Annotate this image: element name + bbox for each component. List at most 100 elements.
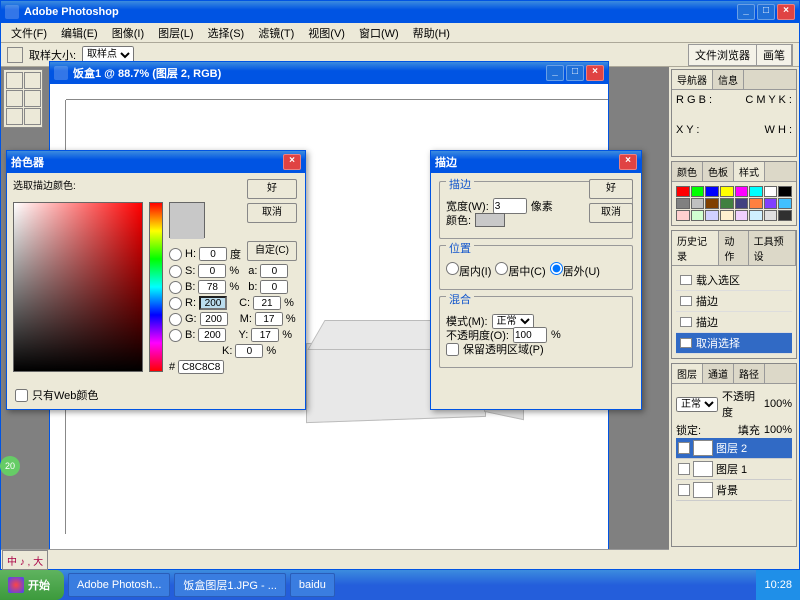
menu-layer[interactable]: 图层(L) <box>152 23 199 43</box>
minimize-button[interactable]: _ <box>737 4 755 20</box>
input-bch[interactable] <box>198 328 226 342</box>
input-c[interactable] <box>253 296 281 310</box>
tab-styles[interactable]: 样式 <box>734 162 765 181</box>
input-br[interactable] <box>198 280 226 294</box>
tab-filebrowser[interactable]: 文件浏览器 <box>689 45 757 65</box>
doc-close[interactable]: × <box>586 65 604 81</box>
radio-g[interactable] <box>169 313 182 326</box>
radio-h[interactable] <box>169 248 182 261</box>
menu-image[interactable]: 图像(I) <box>106 23 150 43</box>
layer-row[interactable]: 图层 2 <box>676 438 792 459</box>
tab-toolpresets[interactable]: 工具预设 <box>749 231 796 265</box>
start-button[interactable]: 开始 <box>0 570 64 600</box>
input-k[interactable] <box>235 344 263 358</box>
input-y[interactable] <box>251 328 279 342</box>
radio-bch[interactable] <box>169 329 182 342</box>
system-tray[interactable]: 10:28 <box>756 570 800 600</box>
swatch[interactable] <box>705 210 719 221</box>
menu-help[interactable]: 帮助(H) <box>407 23 456 43</box>
stroke-titlebar[interactable]: 描边 × <box>431 151 641 173</box>
history-item[interactable]: 描边 <box>676 312 792 333</box>
tool-lasso[interactable] <box>6 90 23 107</box>
swatch[interactable] <box>764 198 778 209</box>
swatch[interactable] <box>735 186 749 197</box>
swatch[interactable] <box>778 210 792 221</box>
tool-wand[interactable] <box>24 90 41 107</box>
task-image[interactable]: 饭盒图层1.JPG - ... <box>174 573 286 597</box>
app-titlebar[interactable]: Adobe Photoshop _ □ × <box>1 1 799 23</box>
swatch[interactable] <box>749 198 763 209</box>
task-photoshop[interactable]: Adobe Photosh... <box>68 573 170 597</box>
swatch[interactable] <box>764 210 778 221</box>
eyedropper-icon[interactable] <box>7 47 23 63</box>
stroke-color-swatch[interactable] <box>475 213 505 227</box>
input-lab-b[interactable] <box>260 280 288 294</box>
doc-minimize[interactable]: _ <box>546 65 564 81</box>
swatch[interactable] <box>764 186 778 197</box>
history-item[interactable]: 载入选区 <box>676 270 792 291</box>
swatch[interactable] <box>778 198 792 209</box>
tab-history[interactable]: 历史记录 <box>672 231 719 265</box>
swatch[interactable] <box>705 186 719 197</box>
input-a[interactable] <box>260 264 288 278</box>
swatch[interactable] <box>705 198 719 209</box>
picker-close[interactable]: × <box>283 154 301 170</box>
radio-r[interactable] <box>169 297 182 310</box>
preserve-transparency-checkbox[interactable]: 保留透明区域(P) <box>446 341 626 357</box>
input-m[interactable] <box>255 312 283 326</box>
radio-center[interactable]: 居中(C) <box>495 262 545 279</box>
picker-titlebar[interactable]: 拾色器 × <box>7 151 305 173</box>
menu-edit[interactable]: 编辑(E) <box>55 23 104 43</box>
radio-b[interactable] <box>169 281 182 294</box>
close-button[interactable]: × <box>777 4 795 20</box>
swatch[interactable] <box>778 186 792 197</box>
menu-window[interactable]: 窗口(W) <box>353 23 405 43</box>
visibility-icon[interactable] <box>678 442 690 454</box>
input-h[interactable] <box>199 247 227 261</box>
menu-select[interactable]: 选择(S) <box>202 23 251 43</box>
swatch[interactable] <box>676 186 690 197</box>
radio-inside[interactable]: 居内(I) <box>446 262 491 279</box>
tool-move[interactable] <box>6 72 23 89</box>
swatch[interactable] <box>676 210 690 221</box>
web-colors-checkbox[interactable]: 只有Web颜色 <box>15 387 98 403</box>
swatch[interactable] <box>691 210 705 221</box>
stroke-close[interactable]: × <box>619 154 637 170</box>
layer-row[interactable]: 图层 1 <box>676 459 792 480</box>
tab-info[interactable]: 信息 <box>713 70 744 89</box>
stroke-cancel-button[interactable]: 取消 <box>589 203 633 223</box>
tab-layers[interactable]: 图层 <box>672 364 703 383</box>
swatch[interactable] <box>691 186 705 197</box>
picker-custom-button[interactable]: 自定(C) <box>247 241 297 261</box>
radio-s[interactable] <box>169 265 182 278</box>
swatch[interactable] <box>720 210 734 221</box>
input-hex[interactable] <box>178 360 224 374</box>
tool-slice[interactable] <box>24 108 41 125</box>
swatch[interactable] <box>749 210 763 221</box>
tool-crop[interactable] <box>6 108 23 125</box>
swatch[interactable] <box>691 198 705 209</box>
menu-filter[interactable]: 滤镜(T) <box>252 23 300 43</box>
task-baidu[interactable]: baidu <box>290 573 335 597</box>
ime-bar[interactable]: 中 ♪ , 大 <box>2 550 48 570</box>
color-spectrum[interactable] <box>13 202 143 372</box>
swatch[interactable] <box>749 186 763 197</box>
tab-color[interactable]: 颜色 <box>672 162 703 181</box>
tab-brushes[interactable]: 画笔 <box>757 45 792 65</box>
tab-swatches[interactable]: 色板 <box>703 162 734 181</box>
tab-paths[interactable]: 路径 <box>734 364 765 383</box>
hue-slider[interactable] <box>149 202 163 372</box>
tab-actions[interactable]: 动作 <box>719 231 748 265</box>
visibility-icon[interactable] <box>678 463 690 475</box>
swatch[interactable] <box>735 210 749 221</box>
doc-titlebar[interactable]: 饭盒1 @ 88.7% (图层 2, RGB) _ □ × <box>50 62 608 84</box>
tool-marquee[interactable] <box>24 72 41 89</box>
picker-cancel-button[interactable]: 取消 <box>247 203 297 223</box>
input-s[interactable] <box>198 264 226 278</box>
tab-navigator[interactable]: 导航器 <box>672 70 713 89</box>
swatch[interactable] <box>720 186 734 197</box>
visibility-icon[interactable] <box>678 484 690 496</box>
picker-ok-button[interactable]: 好 <box>247 179 297 199</box>
swatch[interactable] <box>720 198 734 209</box>
swatch[interactable] <box>676 198 690 209</box>
